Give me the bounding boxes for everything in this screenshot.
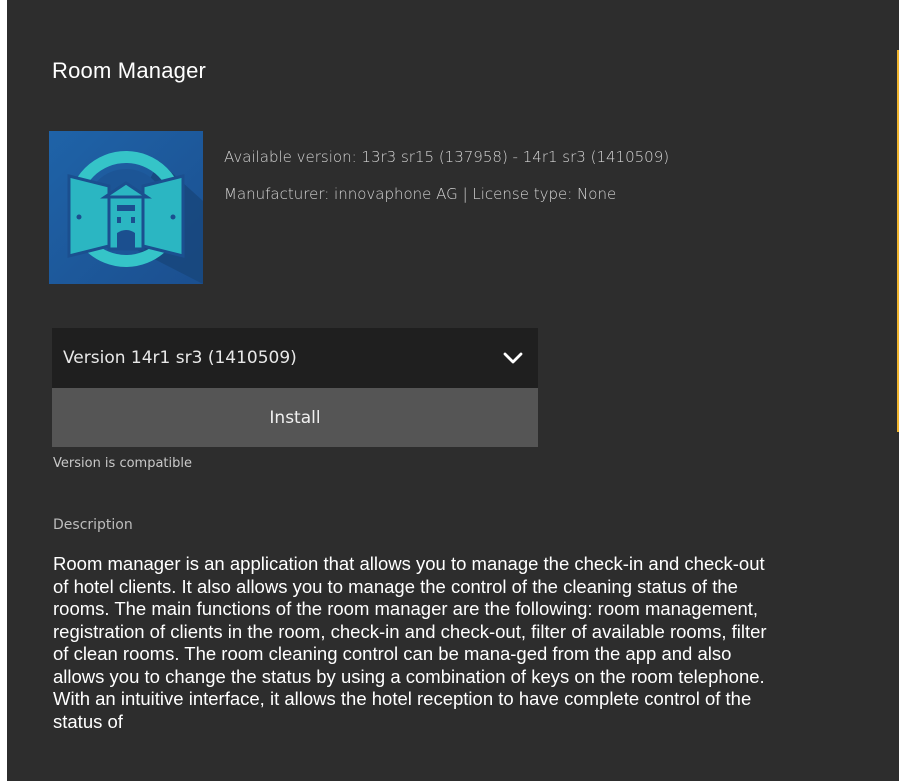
app-detail-panel: Room Manager Available version: 13r3 sr1… — [7, 0, 899, 781]
version-select-value: Version 14r1 sr3 (1410509) — [63, 348, 297, 368]
version-select[interactable]: Version 14r1 sr3 (1410509) — [52, 328, 538, 388]
description-heading: Description — [53, 517, 133, 533]
chevron-down-icon — [502, 350, 524, 364]
compatibility-status: Version is compatible — [53, 456, 193, 471]
page-title: Room Manager — [52, 58, 207, 83]
manufacturer-license-text: Manufacturer: innovaphone AG | License t… — [224, 185, 617, 203]
description-text: Room manager is an application that allo… — [53, 553, 767, 732]
room-manager-app-icon — [49, 131, 203, 284]
available-version-text: Available version: 13r3 sr15 (137958) - … — [224, 148, 670, 166]
install-button[interactable]: Install — [52, 388, 538, 447]
